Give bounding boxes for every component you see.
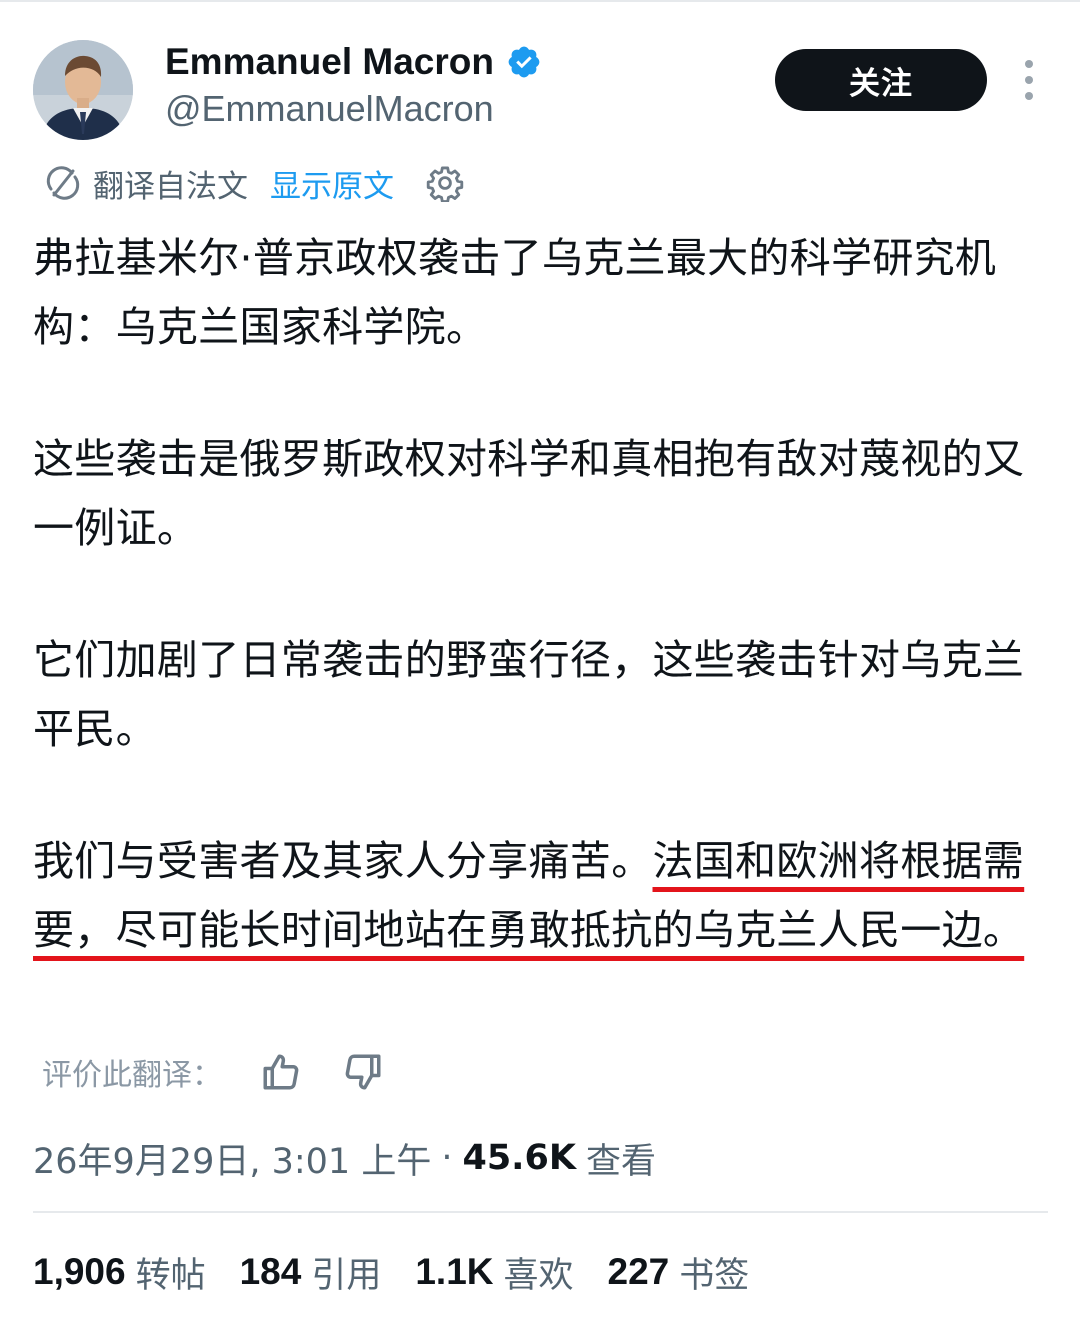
tweet-paragraph-2: 这些袭击是俄罗斯政权对科学和真相抱有敌对蔑视的又一例证。 [33,425,1048,563]
views-count: 45.6K [462,1138,576,1178]
stat-value: 1,906 [33,1251,126,1292]
stat-quotes[interactable]: 184 引用 [240,1247,382,1298]
paragraph-text: 弗拉基米尔·普京政权袭击了乌克兰最大的科学研究机构：乌克兰国家科学院。 [33,234,997,351]
stat-label: 引用 [311,1255,382,1296]
meta-separator: · [441,1138,453,1178]
paragraph-text: 我们与受害者及其家人分享痛苦。 [33,837,653,885]
stat-value: 227 [607,1251,670,1292]
paragraph-text: 这些袭击是俄罗斯政权对科学和真相抱有敌对蔑视的又一例证。 [33,435,1025,552]
avatar-image [33,40,133,140]
thumbs-down-icon[interactable] [342,1051,384,1093]
translate-icon [45,165,81,201]
stat-likes[interactable]: 1.1K 喜欢 [415,1247,573,1298]
stat-label: 喜欢 [503,1255,574,1296]
stat-bookmarks[interactable]: 227 书签 [608,1247,750,1298]
translated-from-label: 翻译自法文 [93,168,248,205]
timestamp[interactable]: 26年9月29日, 3:01 上午 [33,1133,431,1184]
stat-label: 书签 [679,1255,750,1296]
author-handle[interactable]: @EmmanuelMacron [165,88,494,130]
show-original-link[interactable]: 显示原文 [270,161,394,206]
verified-badge-icon [506,44,542,80]
tweet-meta: 26年9月29日, 3:01 上午 · 45.6K 查看 [33,1130,656,1186]
thumbs-up-icon[interactable] [260,1051,302,1093]
follow-button[interactable]: 关注 [775,49,987,111]
tweet-header: Emmanuel Macron @EmmanuelMacron 关注 [0,0,1080,150]
paragraph-text: 它们加剧了日常袭击的野蛮行径，这些袭击针对乌克兰平民。 [33,636,1025,753]
divider [33,1211,1048,1213]
stat-reposts[interactable]: 1,906 转帖 [33,1247,206,1298]
stat-value: 184 [239,1251,302,1292]
rate-translation-label: 评价此翻译： [42,1058,222,1093]
author-name-row[interactable]: Emmanuel Macron [165,38,542,86]
stat-label: 转帖 [135,1255,206,1296]
display-name: Emmanuel Macron [165,41,494,82]
more-vertical-icon[interactable] [1012,58,1046,102]
gear-icon[interactable] [426,164,464,203]
tweet-paragraph-3: 它们加剧了日常袭击的野蛮行径，这些袭击针对乌克兰平民。 [33,626,1048,764]
rate-translation-row: 评价此翻译： [42,1046,384,1098]
engagement-stats: 1,906 转帖 184 引用 1.1K 喜欢 227 书签 [33,1244,783,1300]
translation-bar: 翻译自法文 显示原文 [45,158,464,208]
stat-value: 1.1K [415,1251,494,1292]
tweet-text: 弗拉基米尔·普京政权袭击了乌克兰最大的科学研究机构：乌克兰国家科学院。 这些袭击… [33,224,1048,965]
avatar[interactable] [33,40,133,140]
tweet-paragraph-1: 弗拉基米尔·普京政权袭击了乌克兰最大的科学研究机构：乌克兰国家科学院。 [33,224,1048,362]
tweet-paragraph-4: 我们与受害者及其家人分享痛苦。法国和欧洲将根据需要，尽可能长时间地站在勇敢抵抗的… [33,827,1048,965]
views-label: 查看 [585,1141,656,1182]
